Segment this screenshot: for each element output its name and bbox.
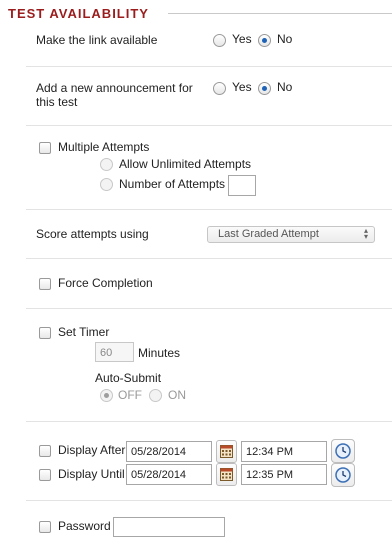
score-attempts-selected-value: Last Graded Attempt [218,228,319,240]
auto-submit-off-radio[interactable] [100,389,113,402]
set-timer-label[interactable]: Set Timer [58,325,109,339]
select-arrows-icon: ▴ ▾ [363,226,368,241]
divider [26,125,392,126]
allow-unlimited-attempts-radio[interactable] [100,158,113,171]
number-of-attempts-label[interactable]: Number of Attempts [119,177,225,191]
announcement-label-line1: Add a new announcement for [36,81,193,95]
divider [26,258,392,259]
score-attempts-label: Score attempts using [36,227,149,241]
make-link-no-radio[interactable] [258,34,271,47]
force-completion-label[interactable]: Force Completion [58,276,153,290]
auto-submit-on-label[interactable]: ON [168,388,186,402]
announcement-yes-label[interactable]: Yes [232,80,252,94]
display-until-date-input[interactable]: 05/28/2014 [126,464,212,485]
make-link-no-label[interactable]: No [277,32,292,46]
password-label[interactable]: Password [58,519,111,533]
display-until-clock-button[interactable] [331,463,355,487]
title-divider [168,13,392,14]
set-timer-checkbox[interactable] [39,327,51,339]
divider [26,209,392,210]
display-until-label[interactable]: Display Until [58,467,125,481]
announcement-no-radio[interactable] [258,82,271,95]
display-after-checkbox[interactable] [39,445,51,457]
announcement-yes-radio[interactable] [213,82,226,95]
display-after-time-input[interactable]: 12:34 PM [241,441,327,462]
display-after-clock-button[interactable] [331,439,355,463]
number-of-attempts-input[interactable] [228,175,256,196]
multiple-attempts-label[interactable]: Multiple Attempts [58,140,149,154]
auto-submit-label: Auto-Submit [95,371,162,385]
password-checkbox[interactable] [39,521,51,533]
display-after-calendar-button[interactable] [216,440,237,463]
display-until-time-input[interactable]: 12:35 PM [241,464,327,485]
announcement-no-label[interactable]: No [277,80,292,94]
calendar-icon [220,468,233,481]
divider [26,421,392,422]
score-attempts-select[interactable]: Last Graded Attempt ▴ ▾ [207,226,375,243]
display-until-calendar-button[interactable] [216,463,237,486]
display-after-label[interactable]: Display After [58,443,125,457]
password-input[interactable] [113,517,225,537]
force-completion-checkbox[interactable] [39,278,51,290]
timer-minutes-input[interactable]: 60 [95,342,134,362]
make-link-available-label: Make the link available [36,33,158,47]
make-link-yes-label[interactable]: Yes [232,32,252,46]
display-after-date-input[interactable]: 05/28/2014 [126,441,212,462]
display-until-checkbox[interactable] [39,469,51,481]
clock-icon [335,467,351,483]
section-title: TEST AVAILABILITY [8,6,149,21]
auto-submit-off-label[interactable]: OFF [118,388,142,402]
divider [26,500,392,501]
divider [26,308,392,309]
calendar-icon [220,445,233,458]
number-of-attempts-radio[interactable] [100,178,113,191]
multiple-attempts-checkbox[interactable] [39,142,51,154]
divider [26,66,392,67]
allow-unlimited-attempts-label[interactable]: Allow Unlimited Attempts [119,157,251,171]
minutes-label: Minutes [138,346,181,360]
make-link-yes-radio[interactable] [213,34,226,47]
clock-icon [335,443,351,459]
announcement-label-line2: this test [36,95,78,109]
auto-submit-on-radio[interactable] [149,389,162,402]
